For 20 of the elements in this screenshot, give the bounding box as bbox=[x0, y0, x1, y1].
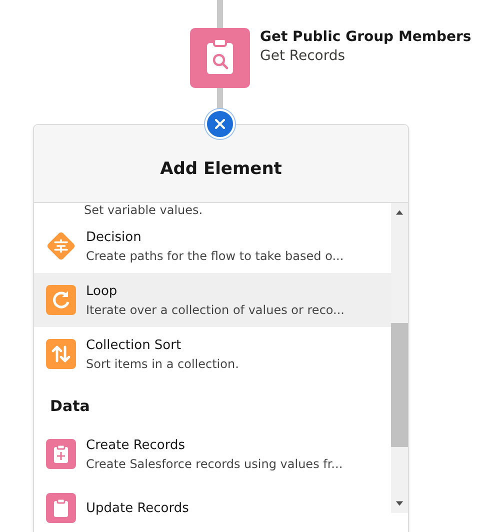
clipboard-search-icon[interactable] bbox=[190, 28, 250, 88]
section-heading: Data bbox=[49, 396, 91, 417]
node-type: Get Records bbox=[260, 47, 346, 66]
clipboard-icon bbox=[46, 493, 76, 523]
scrollbar[interactable] bbox=[391, 203, 408, 513]
element-list-item[interactable]: Collection Sort Sort items in a collection. bbox=[34, 327, 391, 381]
element-list-item[interactable]: Create Records Create Salesforce records using values fr... bbox=[34, 427, 391, 481]
element-list-item[interactable]: Decision Create paths for the flow to take based o... bbox=[34, 219, 391, 273]
item-description: Set variable values. bbox=[83, 203, 204, 219]
element-list-item[interactable]: Loop Iterate over a collection of values or reco... bbox=[34, 273, 391, 327]
node-title: Get Public Group Members bbox=[260, 28, 472, 46]
scroll-down-arrow-icon[interactable] bbox=[395, 501, 404, 507]
scroll-up-arrow-icon[interactable] bbox=[395, 209, 404, 215]
sort-arrows-icon bbox=[46, 339, 76, 369]
close-button[interactable] bbox=[205, 109, 235, 139]
clipboard-plus-icon bbox=[46, 439, 76, 469]
element-list-item[interactable]: Update Records bbox=[34, 481, 391, 532]
close-icon bbox=[215, 119, 225, 129]
panel-title: Add Element bbox=[160, 158, 282, 178]
refresh-icon bbox=[46, 285, 76, 315]
